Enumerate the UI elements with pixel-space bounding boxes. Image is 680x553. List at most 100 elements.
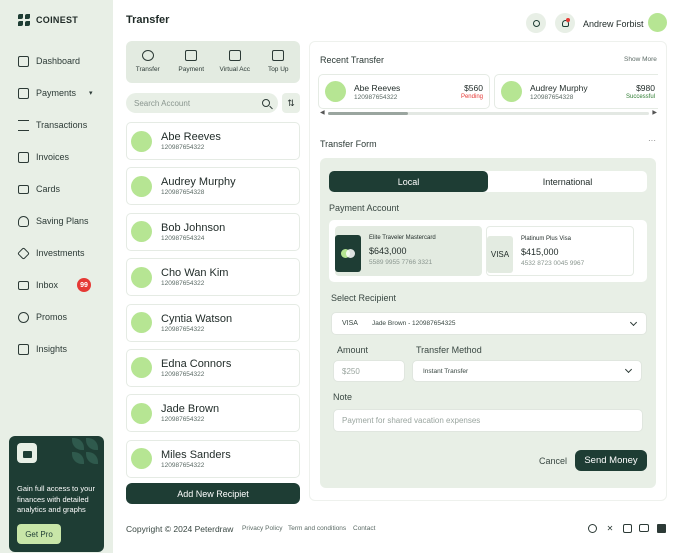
facebook-icon[interactable] xyxy=(587,523,597,533)
scroll-left-icon[interactable]: ◀ xyxy=(320,109,325,116)
status-badge: Pending xyxy=(460,94,483,100)
avatar xyxy=(131,312,152,334)
brand-name: COINEST xyxy=(36,15,79,25)
transfer-icon xyxy=(141,50,154,61)
action-label: Virtual Acc xyxy=(219,66,251,73)
list-item[interactable]: Edna Connors 120987654322 xyxy=(126,348,300,387)
get-pro-button[interactable]: Get Pro xyxy=(17,524,61,544)
send-money-button[interactable]: Send Money xyxy=(575,450,647,471)
horizontal-scrollbar[interactable]: ◀ ▶ xyxy=(320,109,657,116)
recent-amount: $980 xyxy=(636,83,655,93)
sidebar-item-label: Invoices xyxy=(36,152,70,162)
sidebar-item-dashboard[interactable]: Dashboard xyxy=(18,45,108,77)
top-up-icon xyxy=(272,50,285,61)
chat-button[interactable] xyxy=(526,13,546,33)
tab-international[interactable]: International xyxy=(488,171,647,192)
mastercard-icon xyxy=(335,235,361,272)
more-options-icon[interactable]: ··· xyxy=(648,136,656,145)
sidebar-item-transactions[interactable]: Transactions xyxy=(18,109,108,141)
sidebar-item-invoices[interactable]: Invoices xyxy=(18,141,108,173)
arrows-icon xyxy=(18,119,29,131)
recent-amount: $560 xyxy=(464,83,483,93)
contact-account: 120987654324 xyxy=(161,234,205,242)
linkedin-icon[interactable] xyxy=(656,523,666,533)
contact-account: 120987654322 xyxy=(161,325,205,333)
terms-link[interactable]: Term and conditions xyxy=(288,525,346,532)
note-field[interactable]: Payment for shared vacation expenses xyxy=(333,409,643,432)
payment-card-mastercard[interactable]: Elite Traveler Mastercard $643,000 5589 … xyxy=(335,226,482,276)
privacy-policy-link[interactable]: Privacy Policy xyxy=(242,525,282,532)
recent-name: Abe Reeves xyxy=(354,82,401,93)
amount-placeholder: $250 xyxy=(342,366,360,376)
transfer-method-value: Instant Transfer xyxy=(423,367,469,375)
page-title: Transfer xyxy=(126,14,170,26)
user-name[interactable]: Andrew Forbist xyxy=(583,19,644,29)
payment-card-visa[interactable]: VISA Platinum Plus Visa $415,000 4532 87… xyxy=(486,226,634,276)
list-item[interactable]: Jade Brown 120987654322 xyxy=(126,394,300,433)
recent-transfer-list: Abe Reeves 120987654322 $560 Pending Aud… xyxy=(318,74,658,110)
transfer-action-button[interactable]: Transfer xyxy=(126,41,170,83)
notifications-button[interactable] xyxy=(555,13,575,33)
top-up-action-button[interactable]: Top Up xyxy=(257,41,301,83)
cancel-button[interactable]: Cancel xyxy=(539,456,567,466)
sidebar-item-investments[interactable]: Investments xyxy=(17,237,108,269)
list-item[interactable]: Miles Sanders 120987654322 xyxy=(126,439,300,478)
payment-action-button[interactable]: Payment xyxy=(170,41,214,83)
contact-name: Edna Connors xyxy=(161,357,232,370)
insights-icon xyxy=(18,343,29,355)
list-item[interactable]: Bob Johnson 120987654324 xyxy=(126,212,300,251)
sidebar-item-label: Promos xyxy=(36,312,68,322)
contact-name: Audrey Murphy xyxy=(161,176,236,189)
avatar xyxy=(131,357,152,379)
avatar xyxy=(131,130,152,152)
sidebar-item-label: Investments xyxy=(36,248,85,258)
recipient-value: Jade Brown - 120987654325 xyxy=(371,320,456,327)
scroll-right-icon[interactable]: ▶ xyxy=(652,109,657,116)
search-input[interactable]: Search Account xyxy=(126,93,278,113)
note-label: Note xyxy=(333,392,353,402)
wallet-icon xyxy=(18,87,29,99)
add-recipient-button[interactable]: Add New Recipiet xyxy=(126,483,300,504)
x-icon[interactable]: ✕ xyxy=(605,523,615,533)
contact-list: Abe Reeves 120987654322 Audrey Murphy 12… xyxy=(126,122,300,485)
search-icon xyxy=(262,99,270,107)
sidebar-item-saving-plans[interactable]: Saving Plans xyxy=(18,205,108,237)
note-placeholder: Payment for shared vacation expenses xyxy=(342,416,481,425)
sidebar-item-label: Saving Plans xyxy=(36,216,89,226)
copyright: Copyright © 2024 Peterdraw xyxy=(126,524,234,534)
amount-label: Amount xyxy=(337,345,369,355)
recent-account: 120987654322 xyxy=(354,93,398,101)
scroll-thumb[interactable] xyxy=(328,112,408,115)
list-item[interactable]: Audrey Murphy 120987654328 xyxy=(126,167,300,206)
instagram-icon[interactable] xyxy=(622,523,632,533)
sort-button[interactable]: ⇅ xyxy=(282,93,300,113)
avatar[interactable] xyxy=(648,13,667,32)
recent-transfer-item[interactable]: Abe Reeves 120987654322 $560 Pending xyxy=(318,74,490,109)
list-item[interactable]: Cyntia Watson 120987654322 xyxy=(126,303,300,342)
contact-account: 120987654322 xyxy=(161,370,205,378)
contact-name: Abe Reeves xyxy=(161,131,221,143)
card-name: Elite Traveler Mastercard xyxy=(369,235,436,241)
chevron-down-icon: ▾ xyxy=(89,90,93,97)
sidebar-item-inbox[interactable]: Inbox 99 xyxy=(18,269,108,301)
sidebar-item-cards[interactable]: Cards xyxy=(18,173,108,205)
sidebar-item-payments[interactable]: Payments ▾ xyxy=(18,77,108,109)
youtube-icon[interactable] xyxy=(639,523,649,533)
transfer-form-title: Transfer Form xyxy=(320,139,377,149)
transfer-method-select[interactable]: Instant Transfer xyxy=(412,360,642,382)
show-more-link[interactable]: Show More xyxy=(624,56,657,63)
virtual-account-action-button[interactable]: Virtual Acc xyxy=(213,41,257,83)
tab-local[interactable]: Local xyxy=(329,171,488,192)
invoice-icon xyxy=(18,151,29,163)
list-item[interactable]: Cho Wan Kim 120987654322 xyxy=(126,258,300,297)
visa-icon: VISA xyxy=(487,236,513,273)
recipient-select[interactable]: VISA Jade Brown - 120987654325 xyxy=(331,312,647,335)
recent-transfer-item[interactable]: Audrey Murphy 120987654328 $980 Successf… xyxy=(494,74,658,109)
contact-link[interactable]: Contact xyxy=(353,525,375,532)
card-name: Platinum Plus Visa xyxy=(521,236,571,242)
amount-field[interactable]: $250 xyxy=(333,360,405,382)
sidebar-item-insights[interactable]: Insights xyxy=(18,333,108,365)
logo[interactable]: COINEST xyxy=(18,14,78,26)
list-item[interactable]: Abe Reeves 120987654322 xyxy=(126,122,300,160)
sidebar-item-promos[interactable]: Promos xyxy=(18,301,108,333)
